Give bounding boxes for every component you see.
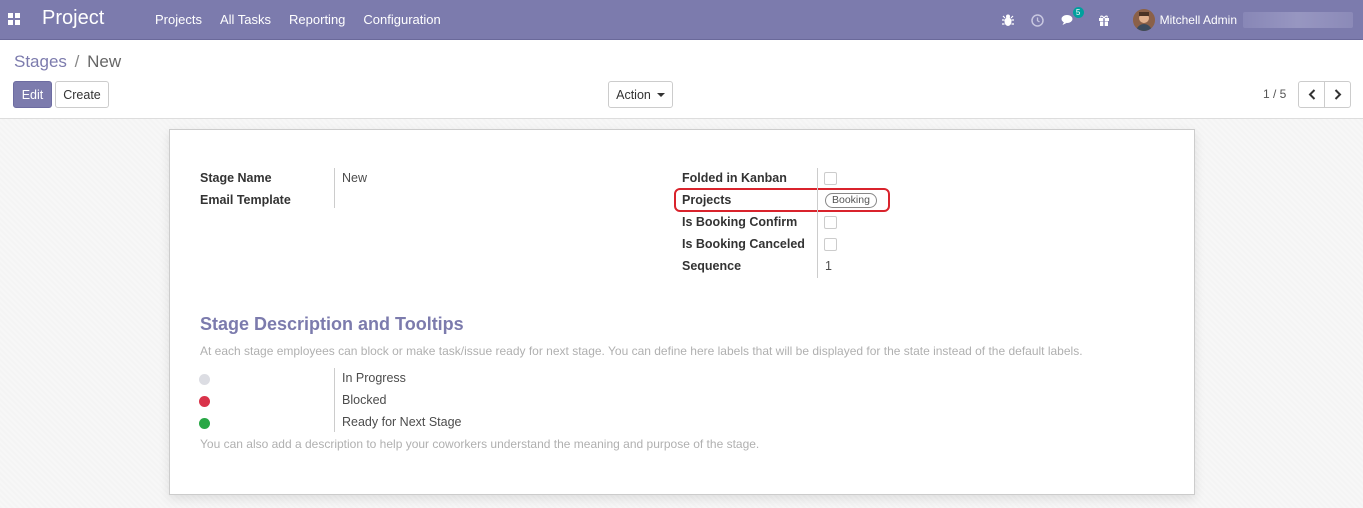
gift-icon[interactable] bbox=[1097, 13, 1111, 27]
is-booking-confirm-label: Is Booking Confirm bbox=[682, 215, 798, 229]
is-booking-confirm-checkbox[interactable] bbox=[824, 216, 837, 229]
legend-ready-value[interactable]: Ready for Next Stage bbox=[342, 415, 462, 429]
section-help-text: At each stage employees can block or mak… bbox=[200, 344, 1083, 358]
breadcrumb-stages[interactable]: Stages bbox=[14, 52, 67, 71]
main-menu: Projects All Tasks Reporting Configurati… bbox=[155, 12, 459, 27]
sequence-label: Sequence bbox=[682, 259, 742, 273]
in-progress-status-dot bbox=[199, 374, 210, 385]
menu-reporting[interactable]: Reporting bbox=[289, 12, 345, 27]
ready-status-dot bbox=[199, 418, 210, 429]
is-booking-canceled-label: Is Booking Canceled bbox=[682, 237, 805, 251]
folded-in-kanban-label: Folded in Kanban bbox=[682, 171, 787, 185]
email-template-label: Email Template bbox=[200, 193, 291, 207]
pager-previous-button[interactable] bbox=[1299, 82, 1324, 107]
legend-blocked-value[interactable]: Blocked bbox=[342, 393, 386, 407]
pager-value[interactable]: 1 / 5 bbox=[1263, 87, 1286, 101]
section-title: Stage Description and Tooltips bbox=[200, 314, 464, 334]
redacted-database-name bbox=[1243, 12, 1353, 28]
top-navbar: Project Projects All Tasks Reporting Con… bbox=[0, 0, 1363, 40]
legend-divider bbox=[334, 368, 335, 432]
menu-configuration[interactable]: Configuration bbox=[363, 12, 440, 27]
edit-button[interactable]: Edit bbox=[13, 81, 52, 108]
menu-projects[interactable]: Projects bbox=[155, 12, 202, 27]
action-label: Action bbox=[616, 87, 651, 102]
chevron-right-icon bbox=[1334, 89, 1341, 100]
messages-icon[interactable]: 5 bbox=[1061, 7, 1084, 27]
folded-in-kanban-checkbox[interactable] bbox=[824, 172, 837, 185]
action-dropdown-button[interactable]: Action bbox=[608, 81, 673, 108]
blocked-status-dot bbox=[199, 396, 210, 407]
user-avatar[interactable] bbox=[1132, 9, 1155, 31]
field-divider bbox=[334, 168, 335, 208]
legend-in-progress-value[interactable]: In Progress bbox=[342, 371, 406, 385]
breadcrumb-separator: / bbox=[74, 52, 80, 71]
messages-count-badge: 5 bbox=[1072, 7, 1084, 18]
pager bbox=[1298, 81, 1351, 108]
create-button[interactable]: Create bbox=[55, 81, 109, 108]
caret-down-icon bbox=[656, 92, 665, 97]
app-brand[interactable]: Project bbox=[42, 7, 104, 30]
apps-menu-icon[interactable] bbox=[8, 13, 20, 25]
chevron-left-icon bbox=[1308, 89, 1315, 100]
systray: 5 Mitchell Admin bbox=[1001, 0, 1363, 40]
sequence-value[interactable]: 1 bbox=[825, 259, 832, 273]
stage-name-value[interactable]: New bbox=[342, 171, 367, 185]
field-divider bbox=[817, 168, 818, 278]
breadcrumb: Stages / New bbox=[14, 52, 121, 72]
bug-icon[interactable] bbox=[1001, 13, 1015, 27]
breadcrumb-current: New bbox=[87, 52, 122, 71]
stage-name-label: Stage Name bbox=[200, 171, 272, 185]
user-name[interactable]: Mitchell Admin bbox=[1160, 13, 1237, 27]
menu-all-tasks[interactable]: All Tasks bbox=[220, 12, 271, 27]
projects-highlight-box bbox=[674, 188, 890, 212]
description-help-text: You can also add a description to help y… bbox=[200, 437, 760, 451]
clock-icon[interactable] bbox=[1031, 13, 1045, 27]
is-booking-canceled-checkbox[interactable] bbox=[824, 238, 837, 251]
pager-next-button[interactable] bbox=[1324, 82, 1350, 107]
